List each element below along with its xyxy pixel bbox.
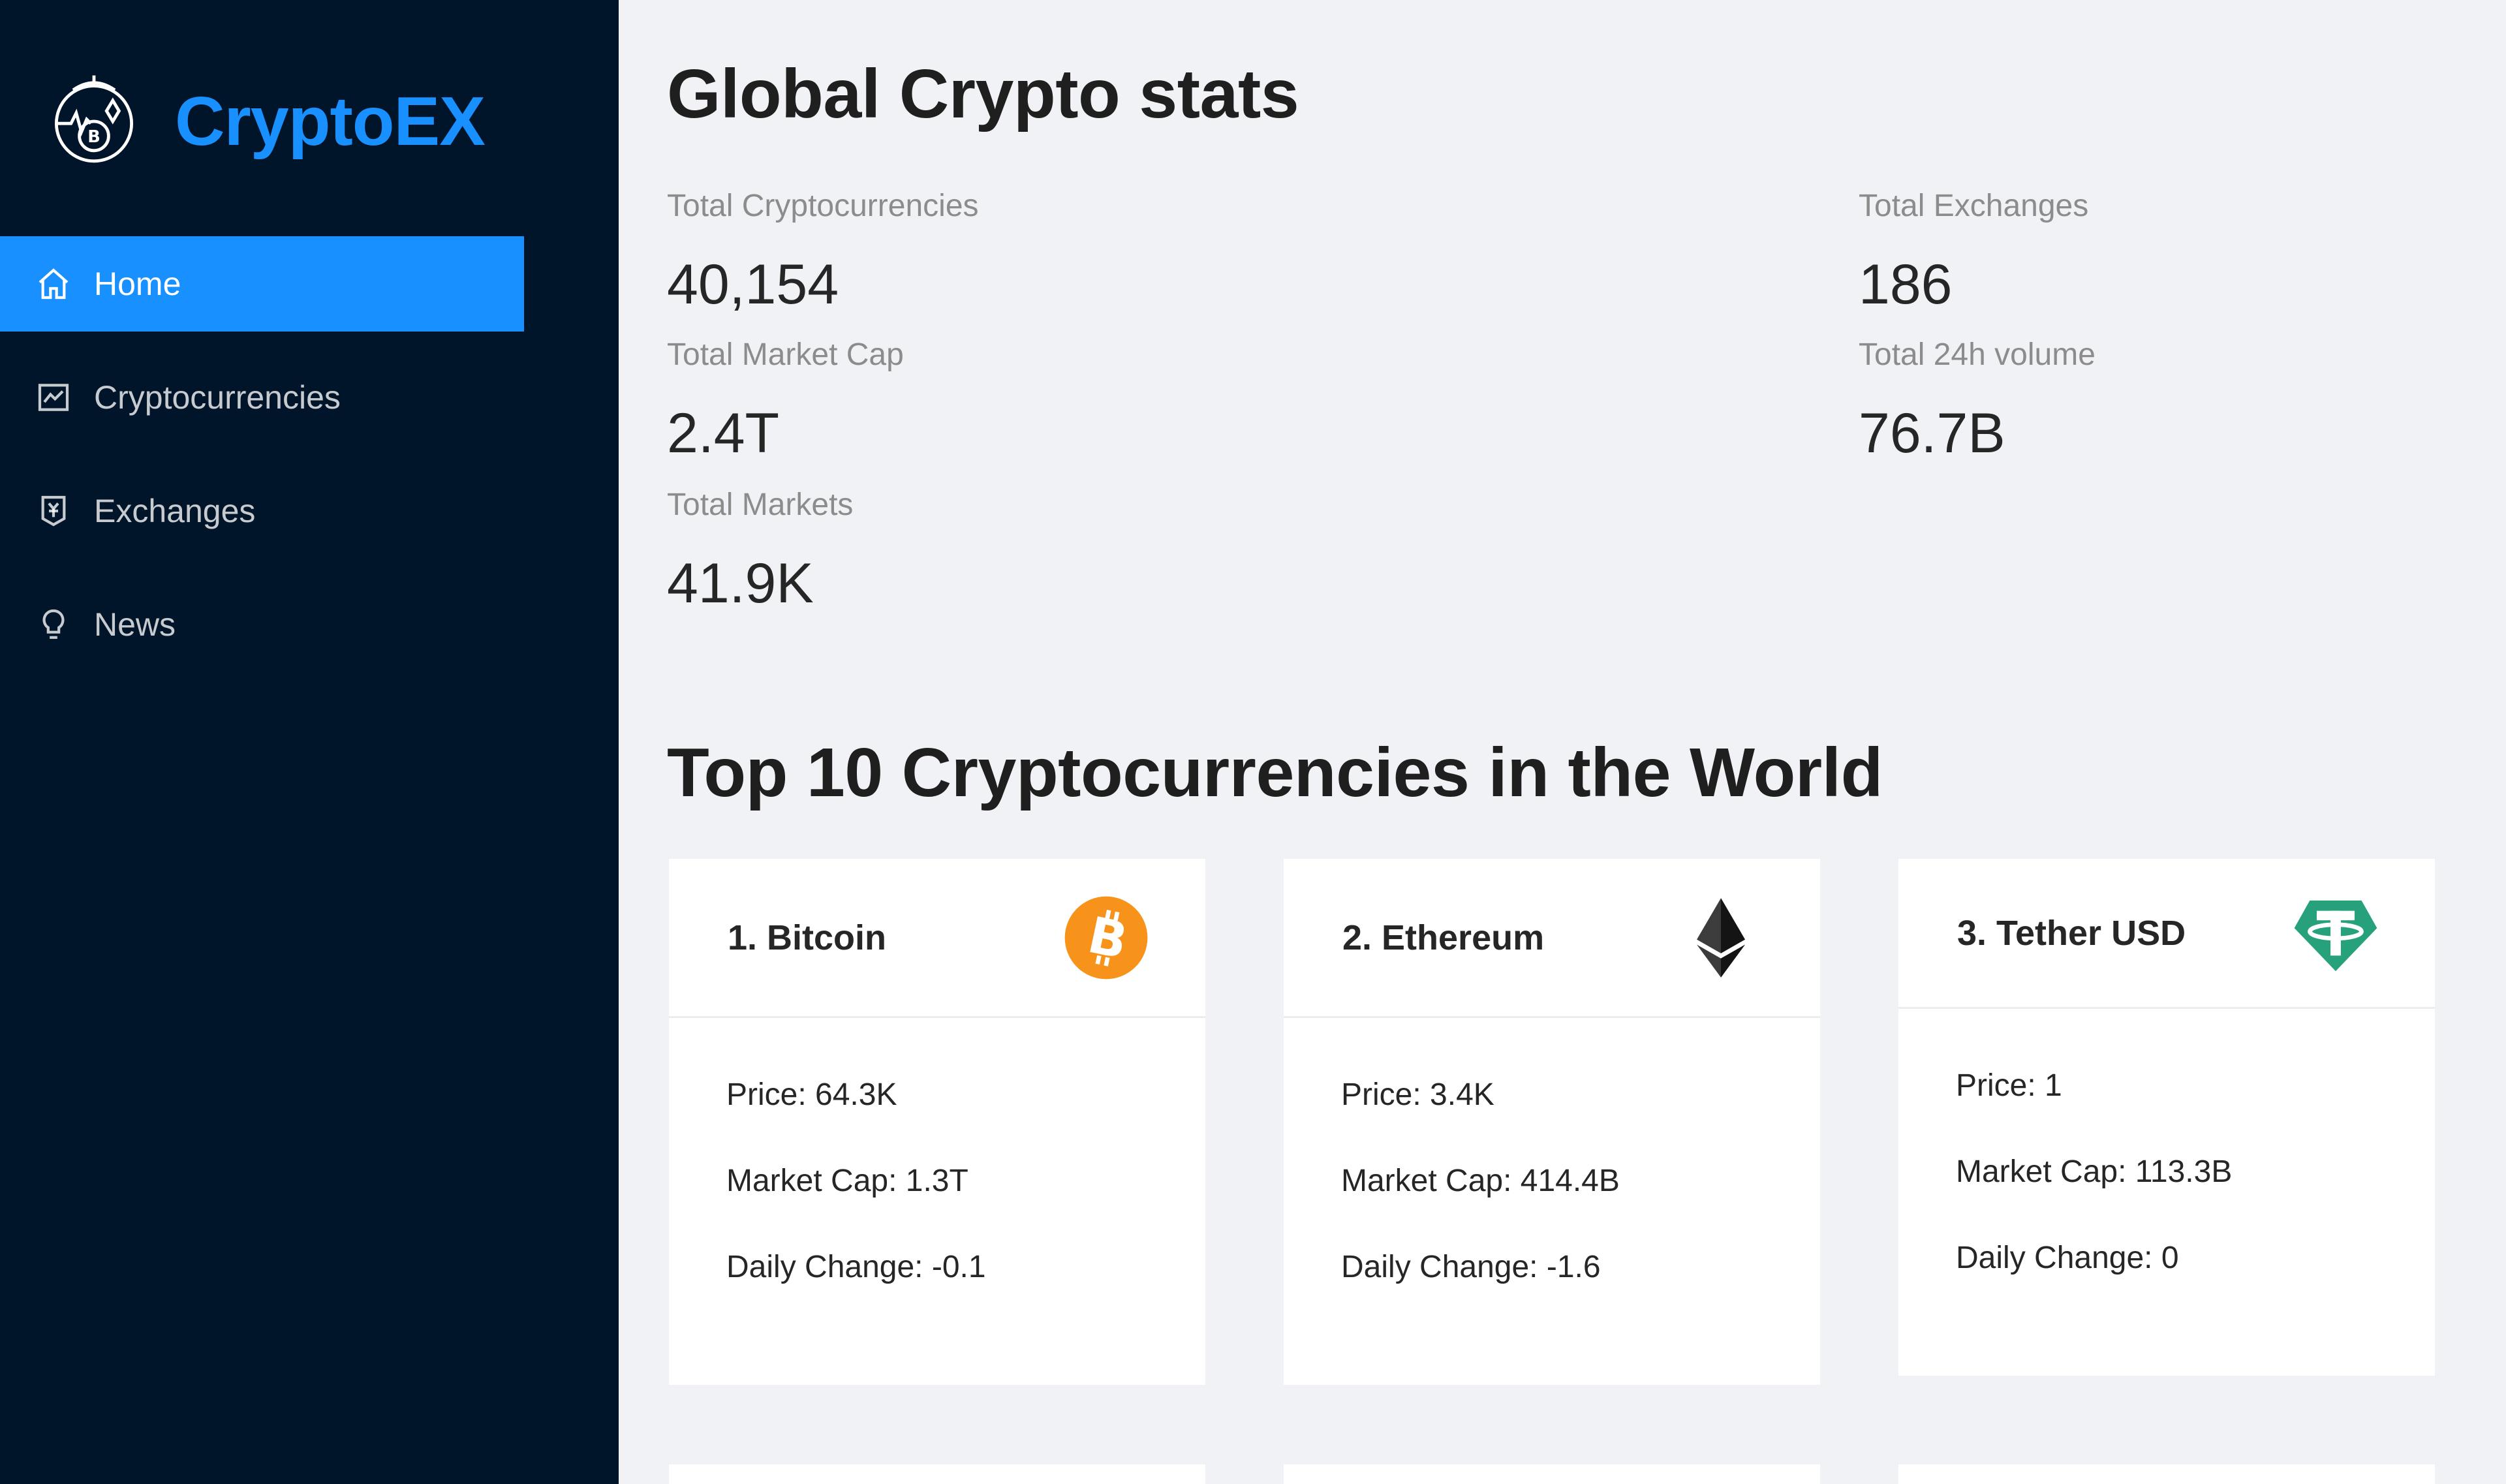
card-body: Price: 64.3K Market Cap: 1.3T Daily Chan… bbox=[669, 1018, 1205, 1335]
stat-value: 186 bbox=[1859, 253, 1953, 316]
stat-label: Total 24h volume bbox=[1859, 337, 2096, 372]
stat-total-market-cap: Total Market Cap 2.4T bbox=[667, 337, 904, 466]
sidebar-item-label: Cryptocurrencies bbox=[94, 379, 341, 416]
sidebar-item-exchanges[interactable]: Exchanges bbox=[0, 463, 524, 559]
sidebar-item-cryptocurrencies[interactable]: Cryptocurrencies bbox=[0, 350, 524, 445]
stat-total-24h-volume: Total 24h volume 76.7B bbox=[1859, 337, 2096, 466]
crypto-card-ethereum[interactable]: 2. Ethereum Price: 3.4K Market Cap: 414.… bbox=[1284, 859, 1820, 1385]
stat-label: Total Market Cap bbox=[667, 337, 904, 372]
sidebar-item-home[interactable]: Home bbox=[0, 236, 524, 332]
card-title: 3. Tether USD bbox=[1957, 913, 2186, 953]
stats-heading: Global Crypto stats bbox=[667, 55, 1299, 132]
app-root: B CryptoEX Home Cryptocurrencies Exchang… bbox=[0, 0, 2506, 1484]
money-collect-icon bbox=[35, 493, 72, 529]
bulb-icon bbox=[35, 606, 72, 643]
card-price: Price: 1 bbox=[1956, 1068, 2062, 1103]
card-header: 2. Ethereum bbox=[1284, 859, 1820, 1018]
card-title: 1. Bitcoin bbox=[728, 918, 887, 957]
card-price: Price: 64.3K bbox=[726, 1077, 897, 1112]
card-body: Price: 1 Market Cap: 113.3B Daily Change… bbox=[1898, 1009, 2435, 1326]
sidebar: B CryptoEX Home Cryptocurrencies Exchang… bbox=[0, 0, 619, 1484]
main-content: Global Crypto stats Total Cryptocurrenci… bbox=[667, 0, 2468, 1484]
card-daily-change: Daily Change: 0 bbox=[1956, 1241, 2179, 1275]
card-daily-change: Daily Change: -1.6 bbox=[1341, 1250, 1601, 1284]
stat-total-cryptocurrencies: Total Cryptocurrencies 40,154 bbox=[667, 188, 979, 317]
card-market-cap: Market Cap: 113.3B bbox=[1956, 1154, 2233, 1189]
stat-value: 2.4T bbox=[667, 402, 780, 465]
card-header: 3. Tether USD bbox=[1898, 859, 2435, 1009]
svg-text:B: B bbox=[87, 127, 101, 147]
card-title: 2. Ethereum bbox=[1342, 918, 1545, 957]
brand-title: CryptoEX bbox=[175, 82, 486, 160]
sidebar-menu: Home Cryptocurrencies Exchanges News bbox=[0, 236, 524, 690]
crypto-card-bitcoin[interactable]: 1. Bitcoin B Price: 64.3K Market Cap: 1.… bbox=[669, 859, 1205, 1385]
crypto-card-next-row[interactable] bbox=[1284, 1464, 1820, 1484]
tether-icon bbox=[2294, 900, 2377, 971]
stat-label: Total Cryptocurrencies bbox=[667, 189, 979, 223]
sidebar-item-label: News bbox=[94, 606, 176, 643]
sidebar-item-label: Home bbox=[94, 266, 181, 302]
card-daily-change: Daily Change: -0.1 bbox=[726, 1250, 986, 1284]
stat-value: 40,154 bbox=[667, 253, 839, 316]
stat-value: 41.9K bbox=[667, 552, 814, 615]
line-chart-icon bbox=[35, 379, 72, 416]
crypto-card-next-row[interactable] bbox=[1898, 1464, 2435, 1484]
sidebar-item-news[interactable]: News bbox=[0, 577, 524, 672]
brand[interactable]: B CryptoEX bbox=[42, 63, 486, 180]
stat-label: Total Exchanges bbox=[1859, 189, 2089, 223]
card-market-cap: Market Cap: 1.3T bbox=[726, 1164, 968, 1198]
card-header: 1. Bitcoin B bbox=[669, 859, 1205, 1018]
ethereum-icon bbox=[1697, 897, 1745, 978]
crypto-card-tether[interactable]: 3. Tether USD Price: 1 Market Cap: 113.3… bbox=[1898, 859, 2435, 1376]
card-body: Price: 3.4K Market Cap: 414.4B Daily Cha… bbox=[1284, 1018, 1820, 1335]
card-price: Price: 3.4K bbox=[1341, 1077, 1494, 1112]
home-icon bbox=[35, 266, 72, 302]
sidebar-item-label: Exchanges bbox=[94, 493, 256, 529]
bitcoin-icon: B bbox=[1064, 896, 1148, 979]
stat-total-markets: Total Markets 41.9K bbox=[667, 487, 853, 616]
crypto-card-next-row[interactable] bbox=[669, 1464, 1205, 1484]
card-market-cap: Market Cap: 414.4B bbox=[1341, 1164, 1620, 1198]
top-cryptos-heading: Top 10 Cryptocurrencies in the World bbox=[667, 734, 1883, 811]
stat-value: 76.7B bbox=[1859, 402, 2005, 465]
stat-label: Total Markets bbox=[667, 487, 854, 522]
stat-total-exchanges: Total Exchanges 186 bbox=[1859, 188, 2088, 317]
crypto-logo-icon: B bbox=[55, 75, 133, 163]
